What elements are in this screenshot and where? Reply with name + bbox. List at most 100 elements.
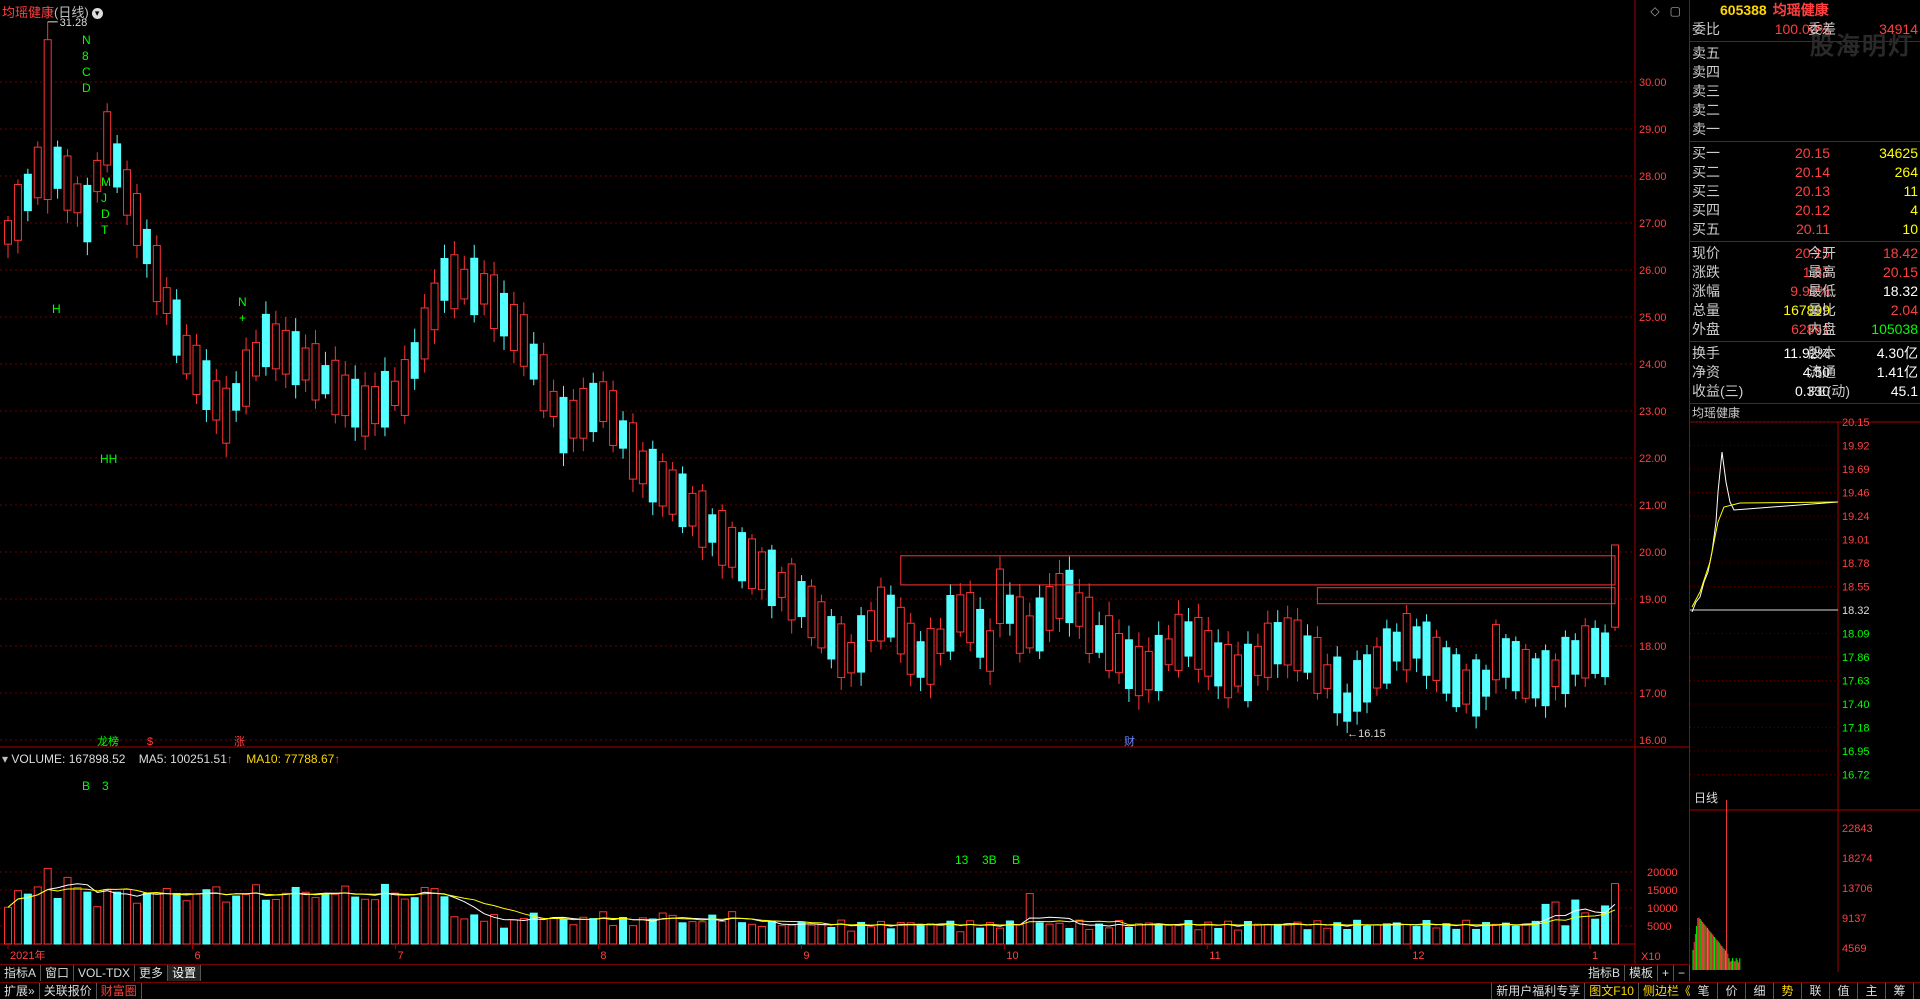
volume-bar-down <box>1442 923 1451 945</box>
candle-up <box>1432 636 1441 681</box>
book-label: 买三 <box>1692 183 1720 199</box>
volume-bar-up <box>1194 929 1203 945</box>
candle-up <box>43 39 52 201</box>
promo-link[interactable]: 新用户福利专享 <box>1491 983 1584 999</box>
candle-down <box>1214 642 1223 687</box>
indicator-right-tab[interactable]: − <box>1674 965 1690 981</box>
candle-up <box>728 526 737 568</box>
volume-bar-up <box>519 917 528 945</box>
promo-link[interactable]: 侧边栏《 <box>1637 983 1695 999</box>
volume-bar-up <box>1283 923 1292 945</box>
candle-up <box>1025 615 1034 649</box>
book-volume: 34625 <box>1879 145 1918 161</box>
volume-bar-up <box>1085 928 1094 945</box>
volume-bar-down <box>1511 925 1520 945</box>
tag-longhu[interactable]: 龙榜 <box>97 734 119 748</box>
candle-up <box>1085 596 1094 654</box>
volume-bar-up <box>628 925 637 945</box>
candle-down <box>1333 656 1342 714</box>
volume-bar-up <box>103 889 112 945</box>
volume-bar-down <box>351 896 360 945</box>
volume-bar-down <box>1571 899 1580 945</box>
status-tab[interactable]: 扩展» <box>0 983 40 999</box>
indicator-right-tab[interactable]: + <box>1658 965 1674 981</box>
volume-bar-down <box>1343 928 1352 945</box>
tag-cai[interactable]: 财 <box>1124 734 1135 748</box>
candle-up <box>718 510 727 566</box>
volume-bar-up <box>757 925 766 945</box>
volume-bar-down <box>559 918 568 945</box>
candle-up <box>430 282 439 331</box>
indicator-tab[interactable]: 设置 <box>168 965 202 981</box>
candle-up <box>1551 659 1560 688</box>
candle-up <box>747 538 756 590</box>
candle-down <box>410 342 419 379</box>
volume-bar-up <box>341 885 350 945</box>
indicator-tab[interactable]: 指标A <box>0 965 42 981</box>
tag-zhang[interactable]: 涨 <box>234 735 245 748</box>
promo-link[interactable]: 图文F10 <box>1584 983 1638 999</box>
price-tick: 26.00 <box>1639 265 1667 277</box>
quote-tab[interactable]: 价 <box>1718 983 1746 999</box>
volume-bar-down <box>589 918 598 945</box>
indicator-right-tab[interactable]: 指标B <box>1584 965 1625 981</box>
quote-tab[interactable]: 联 <box>1802 983 1830 999</box>
candle-down <box>1561 636 1570 695</box>
volume-bar-up <box>271 899 280 945</box>
volume-bar-up <box>1105 927 1114 945</box>
volume-bar-up <box>509 919 518 945</box>
volume-chart[interactable]: 2000015000100005000X10B 313 3B B2021年 6 7 8 9 10… <box>0 748 1690 964</box>
volume-bar-up <box>1253 923 1262 945</box>
intraday-chart[interactable]: 20.15 19.92 19.69 19.46 19.24 19.01 18.78 18.55… <box>1690 402 1920 982</box>
candle-down <box>946 595 955 652</box>
sell-book: 卖五 卖四 卖三 卖二 卖一 <box>1690 44 1920 139</box>
candle-up <box>182 334 191 375</box>
candle-up <box>400 359 409 416</box>
kline-panel[interactable]: 均瑶健康(日线) ▾ ◇ ▢ 30.00 29.00 28.00 27.00 26.00 25… <box>0 0 1690 968</box>
daily-view-button[interactable]: 日线 <box>1694 791 1718 805</box>
quote-tab[interactable]: 细 <box>1746 983 1774 999</box>
indicator-tab[interactable]: VOL-TDX <box>74 965 136 981</box>
volume-bar-up <box>490 914 499 945</box>
book-volume: 10 <box>1902 221 1918 237</box>
indicator-tab[interactable]: 窗口 <box>41 965 75 981</box>
candlestick-chart[interactable]: 30.00 29.00 28.00 27.00 26.00 25.00 24.00 23.00… <box>0 0 1690 748</box>
book-label: 卖一 <box>1692 121 1720 137</box>
quote-label: 净资 <box>1692 364 1720 380</box>
volume-bar-up <box>1015 924 1024 945</box>
tag-dollar[interactable]: $ <box>147 736 153 748</box>
quote-tab[interactable]: 筹 <box>1886 983 1914 999</box>
volume-bar-down <box>1501 922 1510 945</box>
volume-bar-up <box>123 888 132 945</box>
volume-bar-up <box>420 887 429 945</box>
volume-bar-down <box>321 894 330 945</box>
candle-down <box>261 313 270 368</box>
indicator-right-tab[interactable]: 模板 <box>1625 965 1658 981</box>
quote-value-2: 4.30亿 <box>1876 345 1918 361</box>
quote-tab[interactable]: 势 <box>1774 983 1802 999</box>
candle-up <box>1263 622 1272 678</box>
candle-up <box>1075 592 1084 627</box>
candle-up <box>1581 625 1590 679</box>
quote-tab[interactable]: 值 <box>1830 983 1858 999</box>
quote-tab[interactable]: 笔 <box>1690 983 1718 999</box>
quote-tab[interactable]: 主 <box>1858 983 1886 999</box>
volume-bar-up <box>688 921 697 945</box>
volume-bar-up <box>182 900 191 945</box>
candle-up <box>966 592 975 644</box>
indicator-tab[interactable]: 更多 <box>135 965 169 981</box>
candle-up <box>341 374 350 417</box>
volume-bar-up <box>1372 924 1381 945</box>
quote-label-2: 股本 <box>1808 345 1836 361</box>
sell-row: 卖二 <box>1690 101 1920 120</box>
status-tab[interactable]: 财富圈 <box>97 983 142 999</box>
quote-row: 涨幅 9.99% 最低 18.32 <box>1690 282 1920 301</box>
candle-down <box>1482 669 1491 697</box>
candle-up <box>13 184 22 241</box>
intraday-vol-tick: 9137 <box>1842 913 1866 925</box>
intraday-tick: 19.46 <box>1842 488 1870 500</box>
status-tab[interactable]: 关联报价 <box>40 983 97 999</box>
candle-up <box>390 380 399 407</box>
stock-code: 605388 <box>1720 2 1767 18</box>
volume-bar-up <box>162 887 171 945</box>
